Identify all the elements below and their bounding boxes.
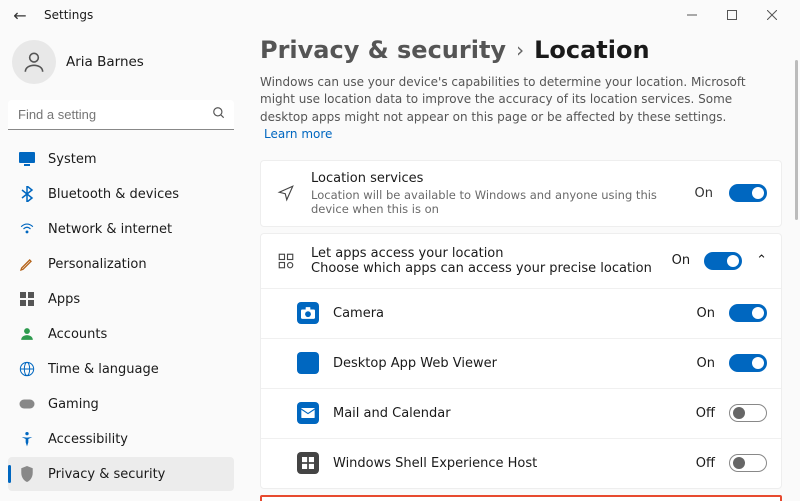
bluetooth-icon xyxy=(18,185,36,203)
minimize-button[interactable] xyxy=(672,1,712,29)
accessibility-icon xyxy=(18,430,36,448)
search-field[interactable] xyxy=(8,100,234,130)
learn-more-link[interactable]: Learn more xyxy=(264,127,332,141)
user-name: Aria Barnes xyxy=(66,54,144,70)
apps-access-toggle[interactable] xyxy=(704,252,742,270)
nav-accessibility[interactable]: Accessibility xyxy=(8,422,234,456)
shell-host-toggle[interactable] xyxy=(729,454,767,472)
apps-access-header[interactable]: Let apps access your location Choose whi… xyxy=(261,234,781,288)
chevron-up-icon[interactable]: ⌃ xyxy=(756,253,767,268)
apps-icon xyxy=(18,290,36,308)
location-icon xyxy=(275,184,297,202)
system-icon xyxy=(18,150,36,168)
desktop-web-viewer-toggle[interactable] xyxy=(729,354,767,372)
wifi-icon xyxy=(18,220,36,238)
nav-label: Network & internet xyxy=(48,222,172,237)
location-services-card[interactable]: Location services Location will be avail… xyxy=(260,160,782,227)
nav-network[interactable]: Network & internet xyxy=(8,212,234,246)
app-name: Camera xyxy=(333,306,683,321)
toggle-state: On xyxy=(672,253,690,268)
app-row-desktop-web-viewer: Desktop App Web Viewer On xyxy=(261,338,781,388)
nav-time-language[interactable]: Time & language xyxy=(8,352,234,386)
app-name: Windows Shell Experience Host xyxy=(333,456,682,471)
nav-label: Personalization xyxy=(48,257,147,272)
nav-apps[interactable]: Apps xyxy=(8,282,234,316)
nav-privacy-security[interactable]: Privacy & security xyxy=(8,457,234,491)
setting-subtitle: Choose which apps can access your precis… xyxy=(311,261,658,276)
app-name: Desktop App Web Viewer xyxy=(333,356,683,371)
nav-label: System xyxy=(48,152,96,167)
nav-personalization[interactable]: Personalization xyxy=(8,247,234,281)
location-services-toggle[interactable] xyxy=(729,184,767,202)
nav-label: Gaming xyxy=(48,397,99,412)
setting-title: Let apps access your location xyxy=(311,246,658,261)
toggle-state: Off xyxy=(696,406,715,421)
person-icon xyxy=(18,325,36,343)
search-icon xyxy=(212,106,226,124)
toggle-state: On xyxy=(697,356,715,371)
nav-label: Accounts xyxy=(48,327,107,342)
nav-label: Apps xyxy=(48,292,80,307)
shell-icon xyxy=(297,452,319,474)
globe-icon xyxy=(18,360,36,378)
search-input[interactable] xyxy=(8,100,234,130)
shield-icon xyxy=(18,465,36,483)
maximize-button[interactable] xyxy=(712,1,752,29)
nav-bluetooth[interactable]: Bluetooth & devices xyxy=(8,177,234,211)
nav-label: Time & language xyxy=(48,362,159,377)
nav-label: Bluetooth & devices xyxy=(48,187,179,202)
nav-label: Accessibility xyxy=(48,432,128,447)
app-row-camera: Camera On xyxy=(261,288,781,338)
apps-location-icon xyxy=(275,252,297,270)
page-description: Windows can use your device's capabiliti… xyxy=(260,74,782,144)
nav-windows-update[interactable]: Windows Update xyxy=(8,492,234,501)
app-icon xyxy=(297,352,319,374)
user-profile[interactable]: Aria Barnes xyxy=(8,36,234,94)
window-title: Settings xyxy=(44,8,93,22)
setting-title: Location services xyxy=(311,171,681,186)
breadcrumb-parent[interactable]: Privacy & security xyxy=(260,36,506,64)
toggle-state: On xyxy=(697,306,715,321)
toggle-state: Off xyxy=(696,456,715,471)
app-name: Mail and Calendar xyxy=(333,406,682,421)
camera-toggle[interactable] xyxy=(729,304,767,322)
nav-label: Privacy & security xyxy=(48,467,165,482)
brush-icon xyxy=(18,255,36,273)
mail-calendar-toggle[interactable] xyxy=(729,404,767,422)
back-button[interactable]: ← xyxy=(8,6,32,25)
mail-icon xyxy=(297,402,319,424)
chevron-right-icon: › xyxy=(516,38,524,62)
scrollbar[interactable] xyxy=(795,60,798,220)
setting-subtitle: Location will be available to Windows an… xyxy=(311,188,681,216)
camera-icon xyxy=(297,302,319,324)
app-row-mail-calendar: Mail and Calendar Off xyxy=(261,388,781,438)
nav-gaming[interactable]: Gaming xyxy=(8,387,234,421)
page-title: Location xyxy=(534,36,649,64)
gaming-icon xyxy=(18,395,36,413)
desktop-apps-access-card[interactable]: Let desktop apps access your location De… xyxy=(260,495,782,501)
app-row-shell-host: Windows Shell Experience Host Off xyxy=(261,438,781,488)
close-button[interactable] xyxy=(752,1,792,29)
nav-accounts[interactable]: Accounts xyxy=(8,317,234,351)
toggle-state: On xyxy=(695,186,713,201)
breadcrumb: Privacy & security › Location xyxy=(260,34,782,64)
nav-system[interactable]: System xyxy=(8,142,234,176)
avatar-icon xyxy=(12,40,56,84)
